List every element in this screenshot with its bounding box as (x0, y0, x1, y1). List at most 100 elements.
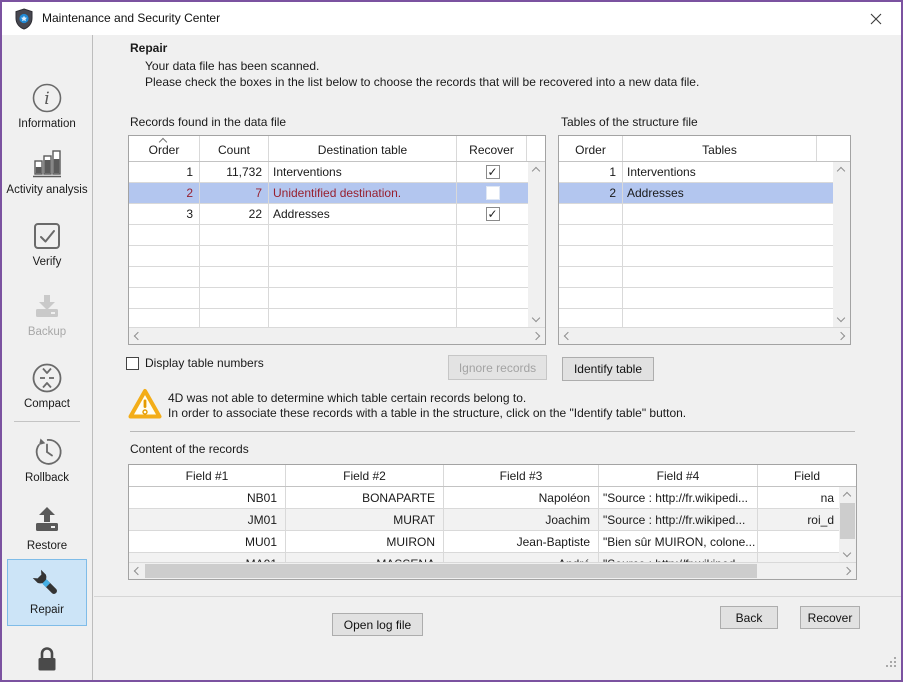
content-row[interactable]: MA01 MASSENA André "Source : http://fr.w… (129, 553, 856, 562)
structure-row-selected[interactable]: 2 Addresses (559, 183, 833, 204)
cell-field2: MUIRON (286, 531, 444, 552)
empty-row (559, 288, 833, 309)
sidebar-item-compact[interactable]: Compact (2, 361, 92, 411)
scroll-left-icon[interactable] (134, 567, 142, 575)
structure-row[interactable]: 1 Interventions (559, 162, 833, 183)
recover-checkbox[interactable] (486, 207, 500, 221)
open-log-file-button[interactable]: Open log file (332, 613, 423, 636)
vertical-scrollbar[interactable] (839, 487, 856, 562)
horizontal-scrollbar[interactable] (559, 327, 850, 344)
content-table-caption: Content of the records (130, 442, 249, 456)
sidebar-item-backup[interactable]: Backup (2, 289, 92, 339)
scroll-up-icon[interactable] (532, 167, 540, 175)
cell-field1: NB01 (129, 487, 286, 508)
display-table-numbers-option[interactable]: Display table numbers (126, 356, 264, 370)
record-row[interactable]: 1 11,732 Interventions (129, 162, 528, 183)
sidebar-item-label: Restore (27, 540, 67, 553)
column-header-field3[interactable]: Field #3 (444, 465, 599, 486)
horizontal-scrollbar[interactable] (129, 562, 856, 579)
cell-field2: BONAPARTE (286, 487, 444, 508)
sidebar-item-repair[interactable]: Repair (7, 559, 87, 626)
sidebar-item-rollback[interactable]: Rollback (2, 435, 92, 485)
resize-grip[interactable] (886, 656, 896, 670)
record-row-selected[interactable]: 2 7 Unidentified destination. (129, 183, 528, 204)
sidebar-item-encrypt[interactable]: Encrypt (2, 643, 92, 682)
structure-table-header: Order Tables (559, 136, 850, 162)
backup-icon (30, 289, 64, 323)
section-divider (130, 431, 855, 432)
content-table: Field #1 Field #2 Field #3 Field #4 Fiel… (128, 464, 857, 580)
scroll-left-icon[interactable] (564, 332, 572, 340)
scroll-down-icon[interactable] (837, 314, 845, 322)
vertical-scroll-thumb[interactable] (840, 503, 855, 539)
scroll-left-icon[interactable] (134, 332, 142, 340)
encrypt-icon (30, 643, 64, 677)
scroll-right-icon[interactable] (532, 332, 540, 340)
horizontal-scrollbar[interactable] (129, 327, 545, 344)
scroll-up-icon[interactable] (843, 492, 851, 500)
cell-destination: Addresses (269, 204, 457, 224)
sidebar-item-activity-analysis[interactable]: Activity analysis (2, 147, 92, 197)
shield-app-icon (14, 8, 34, 30)
sidebar-item-verify[interactable]: Verify (2, 219, 92, 269)
rollback-icon (30, 435, 64, 469)
window-title: Maintenance and Security Center (42, 2, 220, 35)
horizontal-scroll-thumb[interactable] (145, 564, 757, 578)
sidebar-item-label: Verify (33, 256, 62, 269)
information-icon: i (30, 81, 64, 115)
ignore-records-button[interactable]: Ignore records (448, 355, 547, 380)
warning-icon (128, 388, 162, 423)
column-header-destination-table[interactable]: Destination table (269, 136, 457, 161)
cell-order: 2 (559, 183, 623, 203)
vertical-scrollbar[interactable] (528, 162, 545, 327)
column-header-count[interactable]: Count (200, 136, 269, 161)
recover-checkbox[interactable] (486, 165, 500, 179)
recover-checkbox[interactable] (486, 186, 500, 200)
content-row[interactable]: NB01 BONAPARTE Napoléon "Source : http:/… (129, 487, 856, 509)
cell-field4: "Source : http://fr.wikipedi... (599, 487, 758, 508)
column-header-field2[interactable]: Field #2 (286, 465, 444, 486)
structure-table: Order Tables 1 Interventions 2 Addresses (558, 135, 851, 345)
record-row[interactable]: 3 22 Addresses (129, 204, 528, 225)
column-header-field1[interactable]: Field #1 (129, 465, 286, 486)
content-table-body: NB01 BONAPARTE Napoléon "Source : http:/… (129, 487, 856, 562)
activity-analysis-icon (30, 147, 64, 181)
identify-table-button[interactable]: Identify table (562, 357, 654, 381)
close-button[interactable] (861, 7, 891, 31)
cell-table: Interventions (623, 162, 833, 182)
empty-row (559, 246, 833, 267)
column-header-field5[interactable]: Field (758, 465, 856, 486)
scroll-up-icon[interactable] (837, 167, 845, 175)
column-header-tables[interactable]: Tables (623, 136, 817, 161)
column-header-order[interactable]: Order (559, 136, 623, 161)
scroll-right-icon[interactable] (843, 567, 851, 575)
sidebar-item-restore[interactable]: Restore (2, 503, 92, 553)
column-header-spacer (817, 136, 850, 161)
scroll-down-icon[interactable] (532, 314, 540, 322)
cell-order: 2 (129, 183, 200, 203)
scroll-right-icon[interactable] (837, 332, 845, 340)
recover-button[interactable]: Recover (800, 606, 860, 629)
back-button[interactable]: Back (720, 606, 778, 629)
warning-line-2: In order to associate these records with… (168, 406, 686, 421)
content-row[interactable]: JM01 MURAT Joachim "Source : http://fr.w… (129, 509, 856, 531)
empty-row (559, 267, 833, 288)
cell-field4: "Source : http://fr.wikiped... (599, 509, 758, 530)
sidebar-item-information[interactable]: i Information (2, 81, 92, 131)
column-header-field4[interactable]: Field #4 (599, 465, 758, 486)
svg-text:i: i (44, 89, 49, 109)
column-header-recover[interactable]: Recover (457, 136, 527, 161)
sidebar-item-label: Rollback (25, 472, 69, 485)
vertical-scrollbar[interactable] (833, 162, 850, 327)
content-row[interactable]: MU01 MUIRON Jean-Baptiste "Bien sûr MUIR… (129, 531, 856, 553)
repair-icon (30, 567, 64, 601)
display-table-numbers-checkbox[interactable] (126, 357, 139, 370)
scroll-down-icon[interactable] (843, 549, 851, 557)
cell-field1: JM01 (129, 509, 286, 530)
column-header-order[interactable]: Order (129, 136, 200, 161)
empty-row (129, 225, 528, 246)
verify-icon (30, 219, 64, 253)
warning-text: 4D was not able to determine which table… (168, 391, 686, 421)
cell-field1: MA01 (129, 553, 286, 562)
cell-field3: Napoléon (444, 487, 599, 508)
